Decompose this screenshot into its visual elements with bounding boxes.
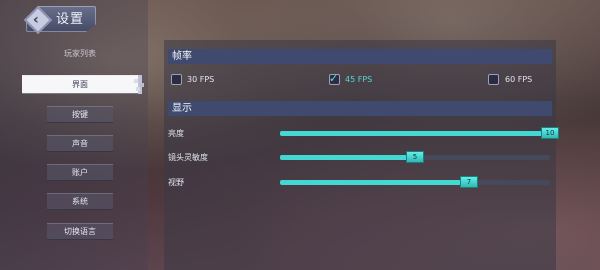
- camera-sensitivity-slider-handle[interactable]: 5: [406, 151, 424, 163]
- field-of-view-slider-fill: [280, 180, 469, 185]
- section-header-framerate: 帧率: [168, 49, 552, 64]
- sidebar-item-sound[interactable]: 声音: [47, 135, 113, 152]
- fps-30-label: 30 FPS: [187, 75, 215, 84]
- field-of-view-slider-handle[interactable]: 7: [460, 176, 478, 188]
- camera-sensitivity-slider-fill: [280, 155, 415, 160]
- field-of-view-label: 视野: [168, 178, 184, 187]
- back-arrow-icon[interactable]: ‹: [33, 11, 39, 29]
- brightness-slider-handle[interactable]: 10: [541, 127, 559, 139]
- brightness-label: 亮度: [168, 129, 184, 138]
- sidebar-item-label: 界面: [72, 80, 88, 89]
- check-icon: ✓: [329, 72, 339, 85]
- section-header-display: 显示: [168, 101, 552, 116]
- pixel-accent-icon: [134, 79, 144, 91]
- sidebar-item-player-list[interactable]: 玩家列表: [47, 45, 113, 62]
- sidebar-item-language[interactable]: 切换语言: [47, 223, 113, 240]
- sidebar-item-keys[interactable]: 按键: [47, 106, 113, 123]
- fps-45-label: 45 FPS: [345, 75, 373, 84]
- field-of-view-slider[interactable]: 7: [280, 176, 550, 188]
- fps-60-label: 60 FPS: [505, 75, 533, 84]
- page-title: 设置: [56, 12, 85, 27]
- fps-60-checkbox[interactable]: [488, 74, 499, 85]
- fps-30-checkbox[interactable]: [171, 74, 182, 85]
- sidebar-item-system[interactable]: 系统: [47, 193, 113, 210]
- sidebar-item-account[interactable]: 账户: [47, 164, 113, 181]
- brightness-slider-fill: [280, 131, 550, 136]
- sidebar-item-interface[interactable]: 界面: [22, 75, 144, 94]
- camera-sensitivity-label: 镜头灵敏度: [168, 153, 208, 162]
- brightness-slider[interactable]: 10: [280, 127, 559, 139]
- camera-sensitivity-slider[interactable]: 5: [280, 151, 550, 163]
